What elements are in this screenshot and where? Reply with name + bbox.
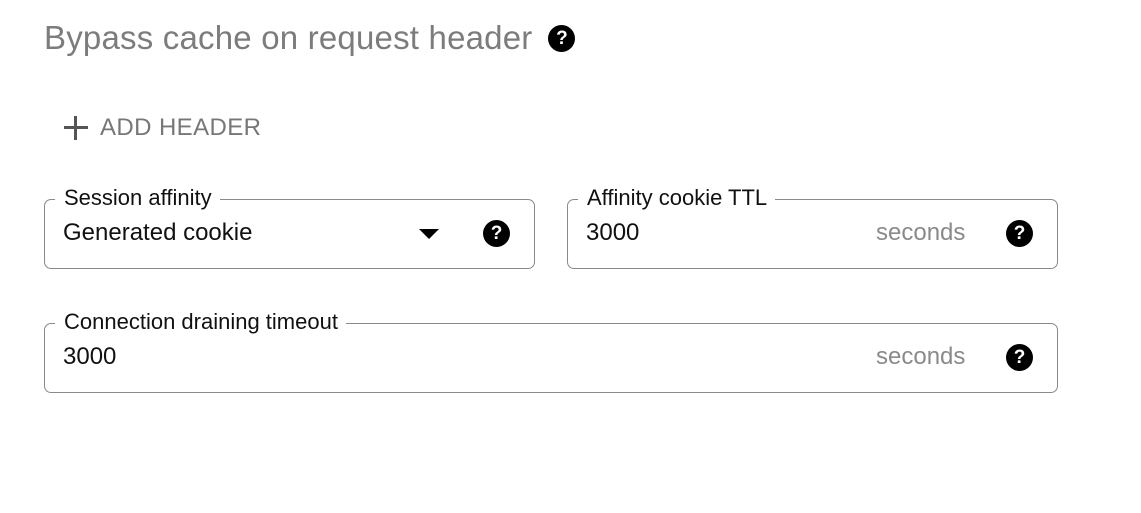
bypass-cache-title-text: Bypass cache on request header — [44, 19, 533, 56]
affinity-cookie-ttl-value[interactable]: 3000 — [586, 219, 639, 247]
connection-draining-timeout-label: Connection draining timeout — [55, 309, 346, 335]
session-affinity-label: Session affinity — [55, 185, 220, 211]
plus-icon — [64, 116, 88, 140]
add-header-label: ADD HEADER — [100, 114, 262, 141]
session-affinity-value: Generated cookie — [63, 219, 253, 246]
session-affinity-help-icon[interactable]: ? — [483, 220, 510, 247]
connection-draining-timeout-value[interactable]: 3000 — [63, 343, 116, 371]
add-header-button[interactable]: ADD HEADER — [64, 114, 261, 142]
bypass-cache-section-title: Bypass cache on request header ? — [44, 19, 576, 57]
connection-draining-timeout-field[interactable]: Connection draining timeout 3000 seconds… — [44, 309, 1058, 393]
session-affinity-select[interactable]: Session affinity Generated cookie ? — [44, 185, 535, 269]
connection-draining-timeout-help-icon[interactable]: ? — [1006, 344, 1033, 371]
affinity-cookie-ttl-field[interactable]: Affinity cookie TTL 3000 seconds ? — [567, 185, 1058, 269]
connection-draining-timeout-suffix: seconds — [876, 343, 966, 370]
affinity-cookie-ttl-help-icon[interactable]: ? — [1006, 220, 1033, 247]
backend-config-panel: Bypass cache on request header ? ADD HEA… — [0, 0, 1141, 513]
bypass-cache-help-icon[interactable]: ? — [548, 24, 576, 52]
affinity-cookie-ttl-label: Affinity cookie TTL — [578, 185, 776, 211]
triangle-down-icon[interactable] — [419, 229, 439, 239]
affinity-cookie-ttl-suffix: seconds — [876, 219, 966, 246]
